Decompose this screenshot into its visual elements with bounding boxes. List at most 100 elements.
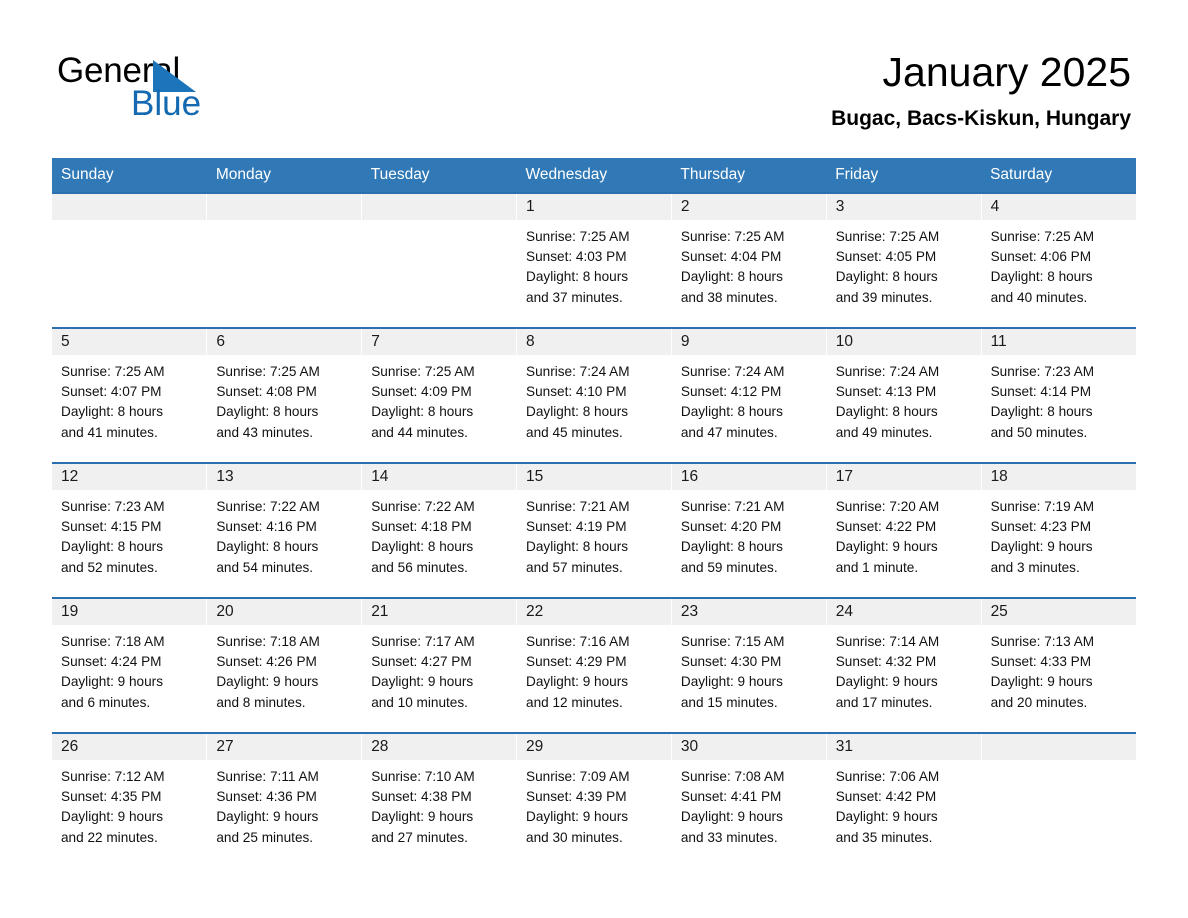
day-cell-16[interactable]: 16 Sunrise: 7:21 AM Sunset: 4:20 PM Dayligh… (671, 462, 827, 598)
daylight-text-line1: Daylight: 9 hours (835, 809, 938, 825)
daylight-text-line1: Daylight: 8 hours (680, 539, 783, 555)
day-number: 25 (981, 599, 1136, 625)
daylight-text-line1: Daylight: 9 hours (371, 674, 474, 690)
daylight-text-line1: Daylight: 8 hours (526, 404, 629, 420)
day-number: 14 (362, 464, 517, 490)
sunset-text: Sunset: 4:16 PM (216, 519, 317, 535)
sunset-text: Sunset: 4:15 PM (61, 519, 162, 535)
day-cell-20[interactable]: 20 Sunrise: 7:18 AM Sunset: 4:26 PM Dayligh… (206, 597, 363, 733)
day-cell-13[interactable]: 13 Sunrise: 7:22 AM Sunset: 4:16 PM Dayligh… (206, 462, 363, 598)
day-cell-7[interactable]: 7 Sunrise: 7:25 AM Sunset: 4:09 PM Daylight… (361, 327, 518, 463)
day-number: 7 (362, 329, 517, 355)
day-number: 21 (362, 599, 517, 625)
day-sun-info: Sunrise: 7:06 AM Sunset: 4:42 PM Daylight:… (827, 760, 981, 848)
daylight-text-line2: and 25 minutes. (216, 829, 314, 845)
day-sun-info: Sunrise: 7:24 AM Sunset: 4:12 PM Daylight:… (672, 355, 826, 443)
daylight-text-line2: and 40 minutes. (990, 289, 1088, 305)
daylight-text-line1: Daylight: 8 hours (835, 404, 938, 420)
day-cell-3[interactable]: 3 Sunrise: 7:25 AM Sunset: 4:05 PM Daylight… (826, 192, 982, 328)
sunrise-text: Sunrise: 7:25 AM (835, 229, 940, 244)
day-number: 23 (671, 599, 826, 625)
day-cell-4[interactable]: 4 Sunrise: 7:25 AM Sunset: 4:06 PM Daylight… (981, 192, 1136, 328)
day-number: 22 (517, 599, 671, 625)
day-number: 11 (981, 329, 1136, 355)
day-cell-8[interactable]: 8 Sunrise: 7:24 AM Sunset: 4:10 PM Daylight… (516, 327, 672, 463)
sunset-text: Sunset: 4:36 PM (216, 789, 317, 805)
day-cell-24[interactable]: 24 Sunrise: 7:14 AM Sunset: 4:32 PM Dayligh… (826, 597, 982, 733)
daylight-text-line2: and 3 minutes. (990, 559, 1080, 575)
day-cell-12[interactable]: 12 Sunrise: 7:23 AM Sunset: 4:15 PM Dayligh… (52, 462, 208, 598)
sunset-text: Sunset: 4:09 PM (371, 384, 472, 400)
day-cell-17[interactable]: 17 Sunrise: 7:20 AM Sunset: 4:22 PM Dayligh… (826, 462, 982, 598)
sunset-text: Sunset: 4:42 PM (835, 789, 937, 805)
sunrise-text: Sunrise: 7:25 AM (61, 364, 165, 379)
day-cell-27[interactable]: 27 Sunrise: 7:11 AM Sunset: 4:36 PM Dayligh… (206, 732, 363, 868)
day-sun-info: Sunrise: 7:22 AM Sunset: 4:18 PM Daylight:… (362, 490, 516, 578)
day-cell-11[interactable]: 11 Sunrise: 7:23 AM Sunset: 4:14 PM Dayligh… (981, 327, 1136, 463)
day-cell-9[interactable]: 9 Sunrise: 7:24 AM Sunset: 4:12 PM Daylight… (671, 327, 827, 463)
day-number: 13 (207, 464, 362, 490)
day-cell-30[interactable]: 30 Sunrise: 7:08 AM Sunset: 4:41 PM Dayligh… (671, 732, 827, 868)
day-cell-10[interactable]: 10 Sunrise: 7:24 AM Sunset: 4:13 PM Dayligh… (826, 327, 982, 463)
day-number: 26 (52, 734, 207, 760)
sunset-text: Sunset: 4:22 PM (835, 519, 937, 535)
daylight-text-line2: and 8 minutes. (216, 694, 306, 710)
calendar-header-row: Sunday Monday Tuesday Wednesday Thursday Frid… (52, 158, 1136, 193)
day-cell-26[interactable]: 26 Sunrise: 7:12 AM Sunset: 4:35 PM Dayligh… (52, 732, 208, 868)
sunrise-text: Sunrise: 7:15 AM (680, 634, 785, 649)
day-sun-info: Sunrise: 7:18 AM Sunset: 4:24 PM Daylight:… (52, 625, 206, 713)
day-sun-info: Sunrise: 7:25 AM Sunset: 4:08 PM Daylight:… (207, 355, 361, 443)
sunrise-text: Sunrise: 7:25 AM (371, 364, 475, 379)
day-cell-18[interactable]: 18 Sunrise: 7:19 AM Sunset: 4:23 PM Dayligh… (981, 462, 1136, 598)
sunrise-text: Sunrise: 7:21 AM (526, 499, 630, 514)
sunset-text: Sunset: 4:29 PM (526, 654, 627, 670)
day-cell-5[interactable]: 5 Sunrise: 7:25 AM Sunset: 4:07 PM Daylight… (52, 327, 208, 463)
day-sun-info: Sunrise: 7:25 AM Sunset: 4:09 PM Daylight:… (362, 355, 516, 443)
sunset-text: Sunset: 4:24 PM (61, 654, 162, 670)
sunset-text: Sunset: 4:19 PM (526, 519, 627, 535)
daylight-text-line2: and 52 minutes. (61, 559, 158, 575)
day-cell-28[interactable]: 28 Sunrise: 7:10 AM Sunset: 4:38 PM Dayligh… (361, 732, 518, 868)
sunrise-text: Sunrise: 7:06 AM (835, 769, 940, 784)
sunrise-text: Sunrise: 7:12 AM (61, 769, 165, 784)
day-cell-23[interactable]: 23 Sunrise: 7:15 AM Sunset: 4:30 PM Dayligh… (671, 597, 827, 733)
day-cell-6[interactable]: 6 Sunrise: 7:25 AM Sunset: 4:08 PM Daylight… (206, 327, 363, 463)
daylight-text-line2: and 50 minutes. (990, 424, 1088, 440)
daylight-text-line1: Daylight: 8 hours (526, 269, 629, 285)
daylight-text-line1: Daylight: 8 hours (680, 404, 783, 420)
day-cell-29[interactable]: 29 Sunrise: 7:09 AM Sunset: 4:39 PM Dayligh… (516, 732, 672, 868)
day-sun-info: Sunrise: 7:24 AM Sunset: 4:13 PM Daylight:… (827, 355, 981, 443)
daylight-text-line2: and 35 minutes. (835, 829, 933, 845)
page-subtitle: Bugac, Bacs-Kiskun, Hungary (831, 107, 1131, 130)
daylight-text-line1: Daylight: 8 hours (680, 269, 783, 285)
daylight-text-line2: and 20 minutes. (990, 694, 1088, 710)
sunrise-text: Sunrise: 7:16 AM (526, 634, 630, 649)
day-number (362, 194, 517, 220)
day-cell-22[interactable]: 22 Sunrise: 7:16 AM Sunset: 4:29 PM Dayligh… (516, 597, 672, 733)
day-cell-14[interactable]: 14 Sunrise: 7:22 AM Sunset: 4:18 PM Dayligh… (361, 462, 518, 598)
daylight-text-line2: and 6 minutes. (61, 694, 151, 710)
day-sun-info: Sunrise: 7:21 AM Sunset: 4:20 PM Daylight:… (672, 490, 826, 578)
day-number: 24 (826, 599, 981, 625)
day-cell-2[interactable]: 2 Sunrise: 7:25 AM Sunset: 4:04 PM Daylight… (671, 192, 827, 328)
sunrise-text: Sunrise: 7:20 AM (835, 499, 940, 514)
daylight-text-line1: Daylight: 9 hours (216, 674, 319, 690)
calendar-body: 1 Sunrise: 7:25 AM Sunset: 4:03 PM Daylight… (52, 192, 1136, 868)
sunrise-text: Sunrise: 7:21 AM (680, 499, 785, 514)
day-cell-15[interactable]: 15 Sunrise: 7:21 AM Sunset: 4:19 PM Dayligh… (516, 462, 672, 598)
daylight-text-line2: and 44 minutes. (371, 424, 468, 440)
daylight-text-line1: Daylight: 8 hours (371, 539, 474, 555)
sunset-text: Sunset: 4:35 PM (61, 789, 162, 805)
day-cell-25[interactable]: 25 Sunrise: 7:13 AM Sunset: 4:33 PM Dayligh… (981, 597, 1136, 733)
calendar-week-row: 26 Sunrise: 7:12 AM Sunset: 4:35 PM Dayligh… (52, 732, 1136, 868)
sunrise-text: Sunrise: 7:24 AM (526, 364, 630, 379)
weekday-header-tuesday: Tuesday (361, 158, 517, 193)
sunrise-text: Sunrise: 7:17 AM (371, 634, 475, 649)
day-number: 2 (671, 194, 826, 220)
sunset-text: Sunset: 4:07 PM (61, 384, 162, 400)
daylight-text-line1: Daylight: 8 hours (371, 404, 474, 420)
day-cell-19[interactable]: 19 Sunrise: 7:18 AM Sunset: 4:24 PM Dayligh… (52, 597, 208, 733)
day-cell-1[interactable]: 1 Sunrise: 7:25 AM Sunset: 4:03 PM Daylight… (516, 192, 672, 328)
day-cell-31[interactable]: 31 Sunrise: 7:06 AM Sunset: 4:42 PM Dayligh… (826, 732, 982, 868)
day-cell-21[interactable]: 21 Sunrise: 7:17 AM Sunset: 4:27 PM Dayligh… (361, 597, 518, 733)
